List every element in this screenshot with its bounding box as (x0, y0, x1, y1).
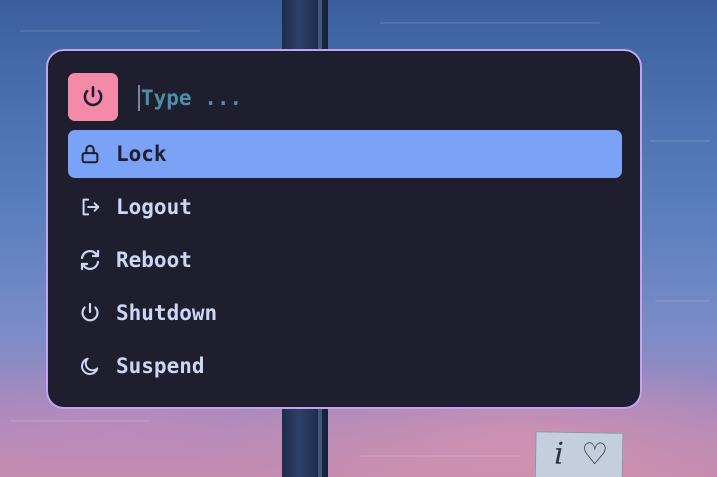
search-placeholder: Type ... (141, 86, 243, 110)
logout-icon (77, 194, 103, 220)
menu-item-shutdown[interactable]: Shutdown (68, 289, 622, 337)
menu-item-label: Suspend (116, 354, 205, 378)
reboot-icon (77, 247, 103, 273)
search-input[interactable]: Type ... (138, 79, 242, 117)
menu-item-suspend[interactable]: Suspend (68, 342, 622, 390)
text-caret (138, 85, 140, 111)
power-options-list: Lock Logout Reboot Shutdown Suspend (68, 130, 622, 395)
menu-item-label: Logout (116, 195, 192, 219)
menu-item-reboot[interactable]: Reboot (68, 236, 622, 284)
sign-text: i ♡ (553, 436, 613, 473)
power-icon (77, 300, 103, 326)
menu-item-label: Lock (116, 142, 167, 166)
power-icon (68, 73, 118, 121)
moon-icon (77, 353, 103, 379)
menu-item-lock[interactable]: Lock (68, 130, 622, 178)
lock-icon (77, 141, 103, 167)
menu-item-logout[interactable]: Logout (68, 183, 622, 231)
menu-item-label: Reboot (116, 248, 192, 272)
power-menu: Type ... Lock Logout Reboot Shutdown Sus… (46, 49, 642, 409)
wallpaper-sign: i ♡ (534, 431, 624, 477)
menu-item-label: Shutdown (116, 301, 218, 325)
search-bar: Type ... (68, 73, 624, 123)
